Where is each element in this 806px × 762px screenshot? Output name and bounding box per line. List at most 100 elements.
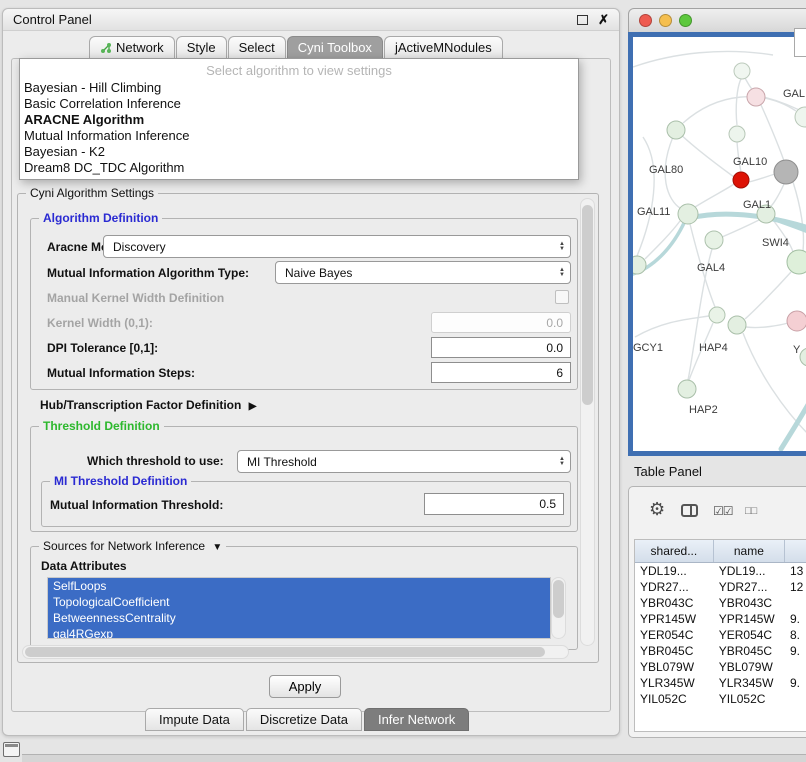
panel-toggle-icon[interactable] — [3, 742, 20, 757]
network-edge[interactable] — [637, 137, 654, 256]
attribute-list-item[interactable]: gal4RGexp — [48, 626, 550, 639]
settings-horizontal-scrollbar[interactable] — [22, 645, 569, 659]
tab-network[interactable]: Network — [89, 36, 175, 58]
network-edge[interactable] — [633, 51, 773, 67]
tab-discretize-data[interactable]: Discretize Data — [246, 708, 362, 731]
algorithm-option[interactable]: Dream8 DC_TDC Algorithm — [20, 160, 578, 176]
network-node[interactable] — [728, 316, 746, 334]
network-window-titlebar — [628, 8, 806, 32]
network-edge[interactable] — [745, 78, 753, 90]
network-node[interactable] — [678, 204, 698, 224]
table-row[interactable]: YIL052CYIL052C — [635, 691, 806, 707]
network-edge[interactable] — [736, 79, 741, 125]
algorithm-option[interactable]: Bayesian - Hill Climbing — [20, 80, 578, 96]
mi-algorithm-type-select[interactable]: Naive Bayes ▲▼ — [275, 261, 571, 284]
data-attributes-list[interactable]: SelfLoopsTopologicalCoefficientBetweenne… — [47, 577, 551, 639]
tab-cyni-toolbox[interactable]: Cyni Toolbox — [287, 36, 383, 58]
deselect-all-icon[interactable]: □□ — [745, 505, 756, 517]
mi-threshold-field[interactable]: 0.5 — [424, 493, 564, 515]
network-edge-highlighted[interactable] — [781, 403, 806, 449]
attribute-list-item[interactable]: TopologicalCoefficient — [48, 594, 550, 610]
tab-infer-network[interactable]: Infer Network — [364, 708, 469, 731]
network-canvas[interactable]: GAL80GAL10GAL11GAL1SWI4GAL4GCY1HAP4HAP2G… — [633, 37, 806, 451]
float-window-icon[interactable] — [577, 15, 588, 25]
tab-style[interactable]: Style — [176, 36, 227, 58]
table-cell: YIL052C — [714, 692, 785, 706]
algorithm-option[interactable]: ARACNE Algorithm — [20, 112, 578, 128]
table-cell: YIL052C — [635, 692, 714, 706]
network-node[interactable] — [729, 126, 745, 142]
table-row[interactable]: YDR27...YDR27...12 — [635, 579, 806, 595]
network-node[interactable] — [787, 311, 806, 331]
minimize-traffic-light[interactable] — [659, 14, 672, 27]
threshold-definition-title: Threshold Definition — [39, 419, 164, 433]
network-edge[interactable] — [745, 272, 791, 319]
column-header-shared[interactable]: shared... — [635, 540, 714, 562]
table-row[interactable]: YBR045CYBR045C9. — [635, 643, 806, 659]
close-traffic-light[interactable] — [639, 14, 652, 27]
kernel-width-field[interactable]: 0.0 — [431, 312, 571, 333]
network-edge[interactable] — [770, 184, 784, 207]
network-scrollbar[interactable] — [794, 28, 806, 57]
table-row[interactable]: YDL19...YDL19...13 — [635, 563, 806, 579]
column-header-name[interactable]: name — [714, 540, 785, 562]
attribute-list-item[interactable]: BetweennessCentrality — [48, 610, 550, 626]
node-label: GAL1 — [743, 199, 771, 211]
network-node[interactable] — [633, 256, 646, 274]
apply-button[interactable]: Apply — [269, 675, 341, 698]
network-node[interactable] — [747, 88, 765, 106]
network-frame: GAL80GAL10GAL11GAL1SWI4GAL4GCY1HAP4HAP2G… — [628, 32, 806, 456]
tab-impute-data[interactable]: Impute Data — [145, 708, 244, 731]
mi-steps-field[interactable]: 6 — [431, 362, 571, 383]
close-window-icon[interactable]: ✗ — [598, 13, 609, 26]
algorithm-option[interactable]: Bayesian - K2 — [20, 144, 578, 160]
network-node[interactable] — [733, 172, 749, 188]
algorithm-option[interactable]: Mutual Information Inference — [20, 128, 578, 144]
network-node[interactable] — [734, 63, 750, 79]
network-edge[interactable] — [761, 105, 784, 161]
aracne-mode-select[interactable]: Discovery ▲▼ — [103, 235, 571, 258]
which-threshold-select[interactable]: MI Threshold ▲▼ — [237, 450, 571, 473]
network-graph[interactable]: GAL80GAL10GAL11GAL1SWI4GAL4GCY1HAP4HAP2G… — [633, 37, 806, 451]
network-node[interactable] — [678, 380, 696, 398]
table-cell: YPR145W — [714, 612, 785, 626]
network-node[interactable] — [795, 107, 806, 127]
network-view-window: GAL80GAL10GAL11GAL1SWI4GAL4GCY1HAP4HAP2G… — [628, 8, 806, 456]
bottom-window-edge — [22, 754, 806, 762]
network-edge[interactable] — [683, 97, 796, 123]
network-edge[interactable] — [676, 130, 734, 177]
dpi-tolerance-field[interactable]: 0.0 — [431, 337, 571, 358]
select-all-icon[interactable]: ☑☑ — [713, 504, 733, 518]
settings-vertical-scrollbar[interactable] — [580, 198, 595, 646]
network-edge[interactable] — [722, 220, 759, 237]
columns-icon[interactable] — [681, 504, 698, 517]
table-row[interactable]: YLR345WYLR345W9. — [635, 675, 806, 691]
attributes-list-scrollbar[interactable] — [551, 577, 566, 639]
network-node[interactable] — [705, 231, 723, 249]
table-row[interactable]: YBR043CYBR043C — [635, 595, 806, 611]
network-node[interactable] — [667, 121, 685, 139]
column-header-3[interactable] — [785, 540, 806, 562]
network-node[interactable] — [774, 160, 798, 184]
table-panel-window: ⚙ ☑☑ □□ shared... name YDL19...YDL19...1… — [628, 486, 806, 738]
table-row[interactable]: YPR145WYPR145W9. — [635, 611, 806, 627]
tab-select[interactable]: Select — [228, 36, 286, 58]
algorithm-option[interactable]: Basic Correlation Inference — [20, 96, 578, 112]
network-edge[interactable] — [695, 184, 734, 207]
manual-kernel-checkbox[interactable] — [555, 290, 569, 304]
hub-tf-definition-toggle[interactable]: Hub/Transcription Factor Definition ▶ — [40, 398, 256, 412]
attribute-list-item[interactable]: SelfLoops — [48, 578, 550, 594]
network-edge[interactable] — [793, 182, 804, 251]
table-row[interactable]: YER054CYER054C8. — [635, 627, 806, 643]
table-cell: 9. — [785, 612, 806, 626]
network-edge[interactable] — [746, 323, 788, 328]
network-edge[interactable] — [749, 174, 775, 182]
collapse-down-icon[interactable]: ▼ — [212, 542, 222, 553]
tab-jactivemnodules[interactable]: jActiveMNodules — [384, 36, 503, 58]
gear-icon[interactable]: ⚙ — [649, 499, 665, 520]
zoom-traffic-light[interactable] — [679, 14, 692, 27]
network-node[interactable] — [787, 250, 806, 274]
network-node[interactable] — [709, 307, 725, 323]
network-node[interactable] — [800, 348, 806, 366]
table-row[interactable]: YBL079WYBL079W — [635, 659, 806, 675]
